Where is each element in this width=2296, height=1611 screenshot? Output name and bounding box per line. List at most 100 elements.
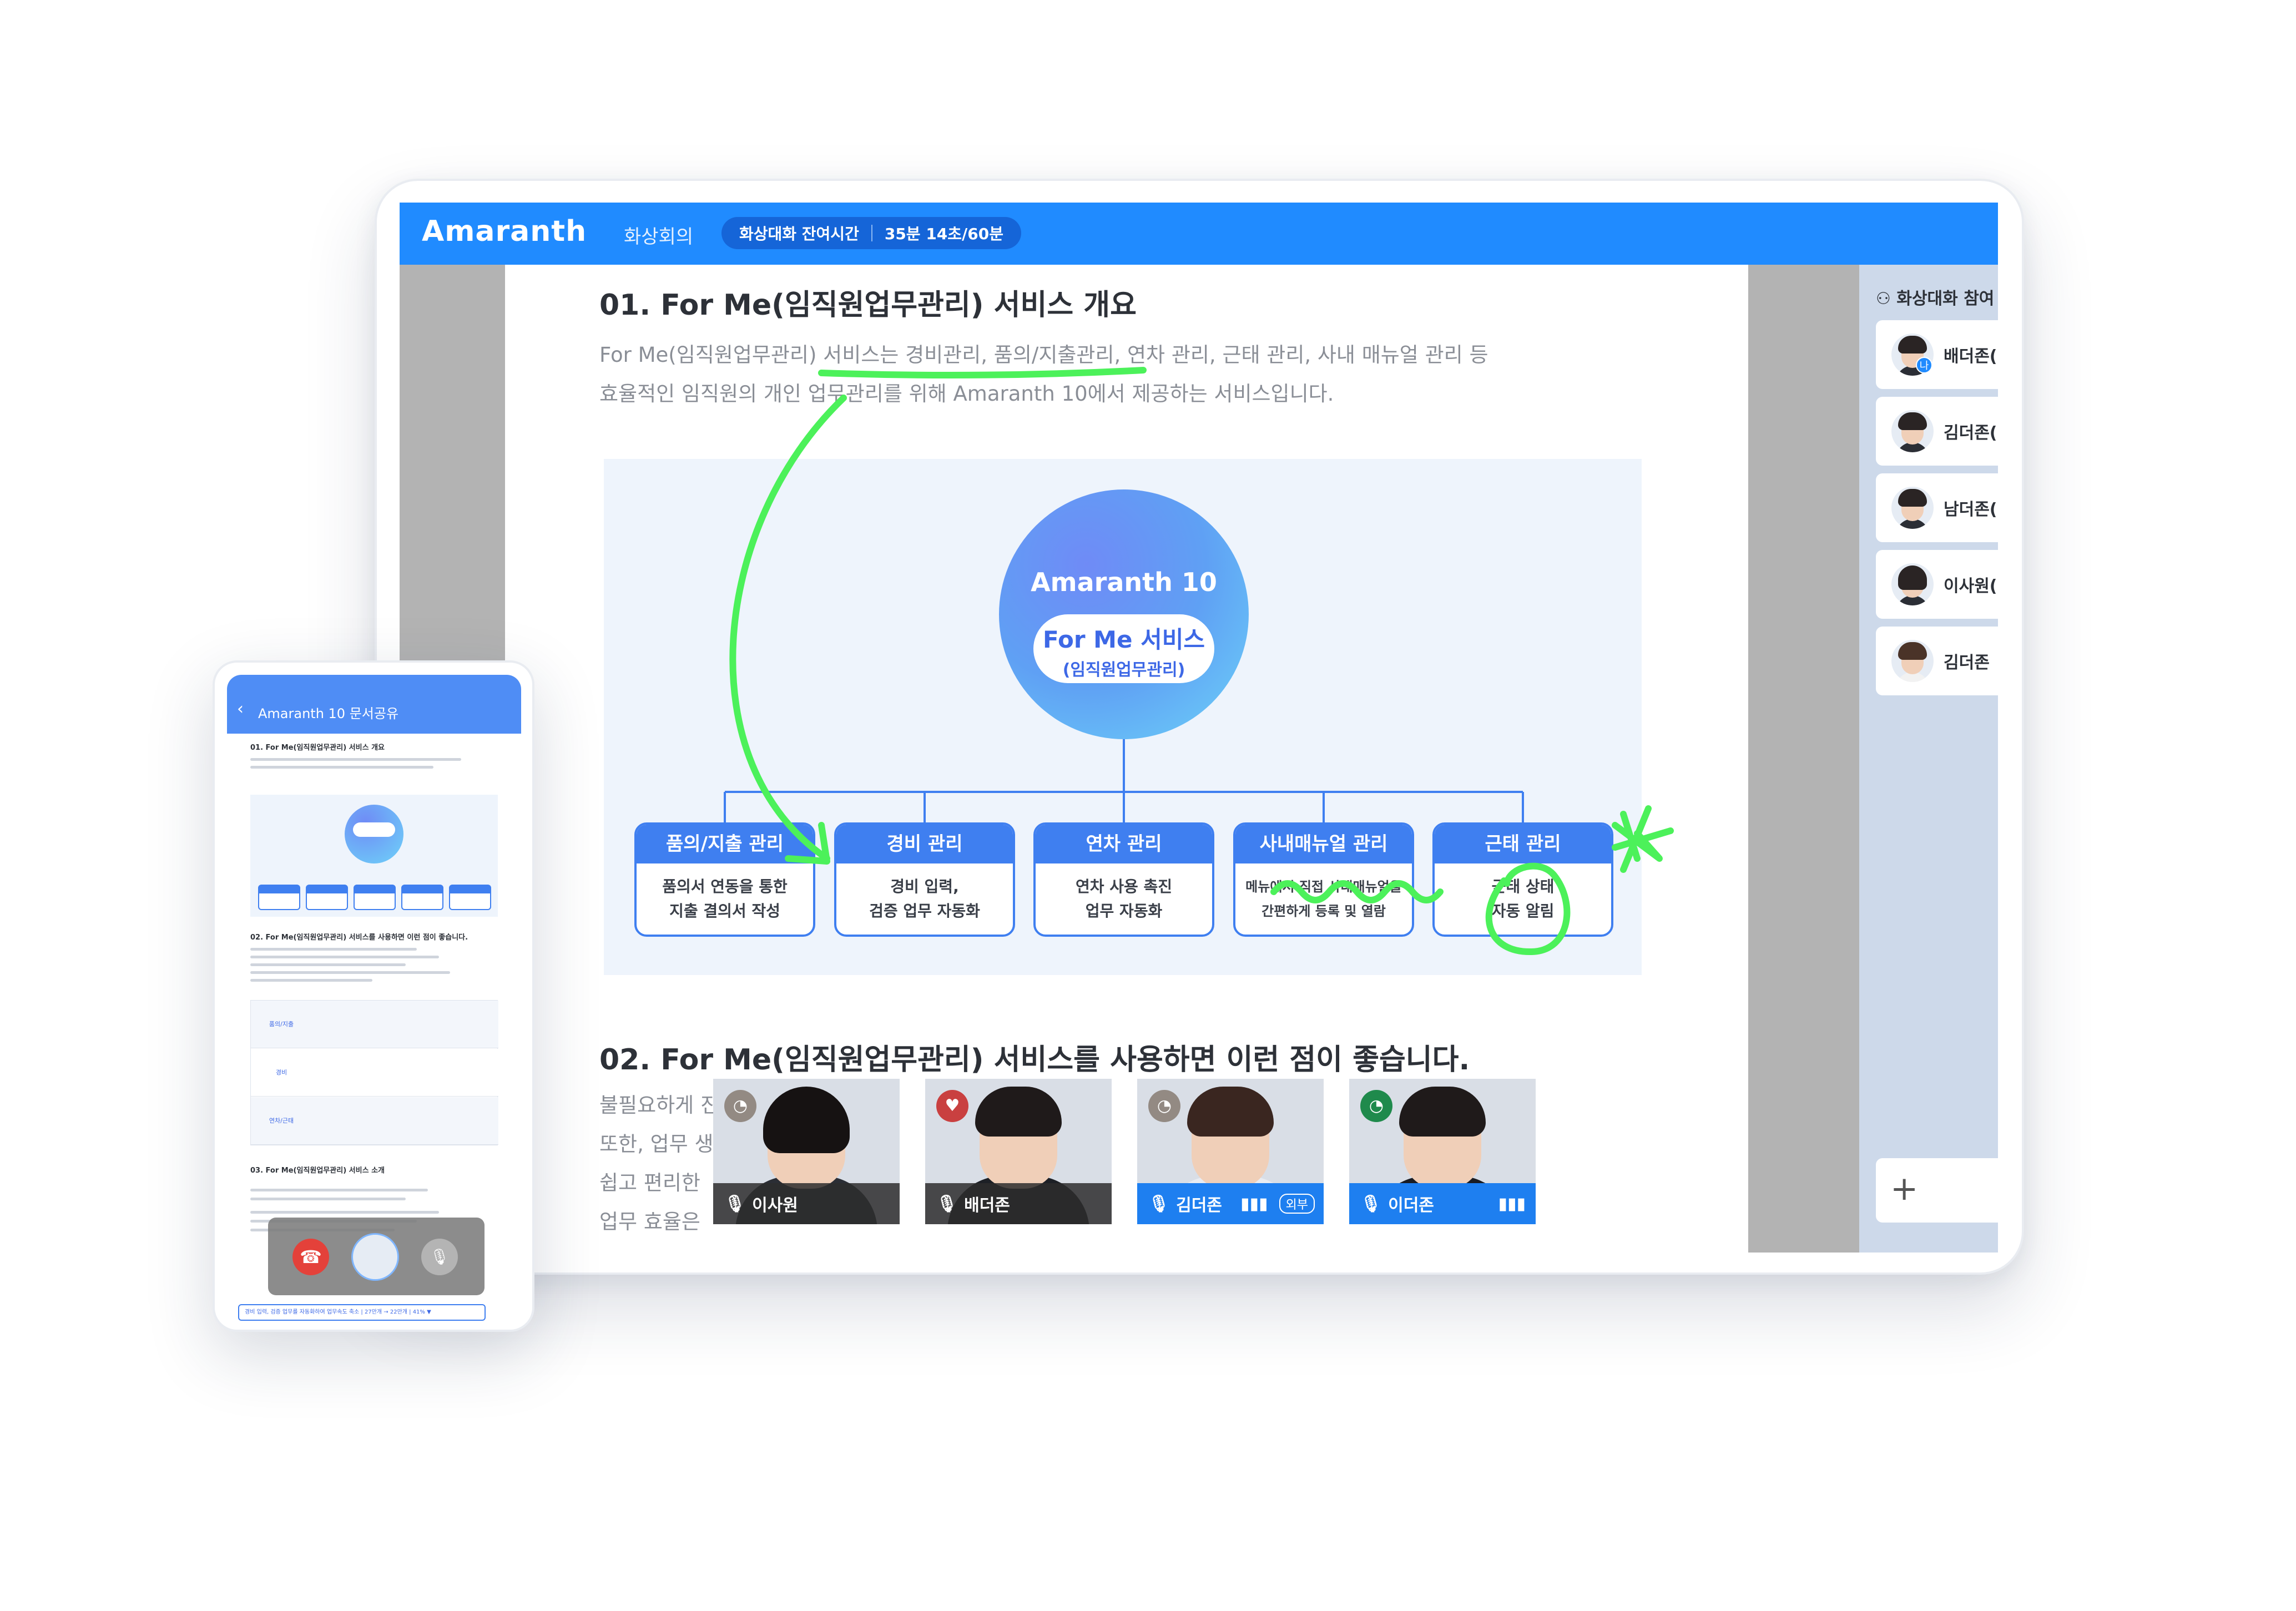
phone-heading-3: 03. For Me(임직원업무관리) 서비스 소개 (250, 1166, 385, 1175)
back-chevron-icon[interactable]: ‹ (237, 699, 244, 719)
circle-pill-sub: (임직원업무관리) (1062, 660, 1185, 680)
participant-name: 남더존( (1944, 500, 1997, 519)
call-avatar (351, 1233, 399, 1281)
box-title: 근태 관리 (1435, 825, 1611, 863)
amaranth-service-circle: Amaranth 10 For Me 서비스 (임직원업무관리) (999, 489, 1249, 739)
box-line-2: 자동 알림 (1491, 902, 1555, 920)
participant-name: 김더존 (1944, 653, 1990, 673)
mic-icon: 🎙 (1360, 1194, 1382, 1214)
table-row-label: 경비 (275, 1069, 287, 1076)
paragraph-1-line-2: 효율적인 임직원의 개인 업무관리를 위해 Amaranth 10에서 제공하는… (599, 382, 1334, 406)
brand-logo: Amaranth (422, 215, 587, 248)
text-line (250, 971, 450, 974)
participant-name: 배더존( (1944, 347, 1997, 366)
participants-title: ⚇ 화상대화 참여 (1876, 285, 1994, 309)
me-badge: 나 (1916, 357, 1932, 373)
participant-name: 김더존( (1944, 423, 1997, 443)
participant-item[interactable]: 남더존( (1876, 473, 1998, 542)
text-line (250, 1189, 428, 1191)
video-tile-kimdzone[interactable]: ◔ 🎙 김더존 ▮▮▮ 외부 (1137, 1079, 1324, 1224)
phone-title: Amaranth 10 문서공유 (258, 706, 399, 721)
paragraph-1-line-1: For Me(임직원업무관리) 서비스는 경비관리, 품의/지출관리, 연차 관… (599, 343, 1488, 367)
participant-item[interactable]: 나 배더존( (1876, 320, 1998, 389)
participant-hair (975, 1087, 1062, 1137)
diagram-box-approval: 품의/지출 관리 품의서 연동을 통한 지출 결의서 작성 (634, 822, 815, 937)
box-line-2: 업무 자동화 (1085, 902, 1163, 920)
phone-diagram-pill (353, 822, 395, 837)
text-line (250, 963, 406, 966)
text-line (250, 979, 372, 982)
shared-content-area: 01. For Me(임직원업무관리) 서비스 개요 For Me(임직원업무관… (400, 265, 1998, 1253)
box-line-1: 메뉴에서 직접 사내매뉴얼을 (1245, 879, 1402, 895)
add-participant-button[interactable]: + (1876, 1158, 1998, 1223)
video-tile-baedzone[interactable]: ♥ 🎙 배더존 (925, 1079, 1112, 1224)
box-description: 경비 입력, 검증 업무 자동화 (836, 863, 1013, 923)
video-tile-name: 배더존 (964, 1196, 1010, 1215)
box-title: 연차 관리 (1036, 825, 1212, 863)
table-row-label: 품의/지출 (269, 1021, 294, 1028)
circle-title: Amaranth 10 (1031, 567, 1217, 597)
shared-document[interactable]: 01. For Me(임직원업무관리) 서비스 개요 For Me(임직원업무관… (505, 265, 1748, 1253)
phone-frame: ‹ Amaranth 10 문서공유 01. For Me(임직원업무관리) 서… (213, 660, 534, 1332)
text-line (250, 1211, 439, 1214)
phone-diagram-box (449, 885, 491, 910)
participant-hair (1399, 1087, 1486, 1137)
diagram-box-manual: 사내매뉴얼 관리 메뉴에서 직접 사내매뉴얼을 간편하게 등록 및 열람 (1233, 822, 1414, 937)
mic-muted-icon: 🎙 (936, 1194, 958, 1214)
phone-diagram-box (306, 885, 348, 910)
person-icon: ⚇ (1876, 289, 1891, 309)
table-row: 품의/지출 (251, 1001, 498, 1048)
table-row: 연차/근태 (251, 1097, 498, 1145)
right-margin (1748, 265, 1859, 1253)
timer-divider (871, 225, 872, 241)
participant-item[interactable]: 김더존 (1876, 627, 1998, 695)
box-line-1: 품의서 연동을 통한 (662, 877, 788, 896)
phone-diagram-box (354, 885, 396, 910)
box-line-1: 경비 입력, (890, 877, 959, 896)
avatar (1891, 410, 1934, 452)
service-diagram: Amaranth 10 For Me 서비스 (임직원업무관리) 품의/지출 관… (604, 459, 1642, 975)
external-badge: 외부 (1279, 1194, 1315, 1214)
diagram-box-attendance: 근태 관리 근태 상태 자동 알림 (1432, 822, 1613, 937)
participant-item[interactable]: 김더존( (1876, 397, 1998, 466)
phone-heading-1: 01. For Me(임직원업무관리) 서비스 개요 (250, 744, 385, 752)
phone-footer-note: 경비 입력, 검증 업무를 자동화하여 업무속도 축소 | 27만개 → 22만… (238, 1304, 486, 1321)
phone-benefit-table: 품의/지출 경비 연차/근태 (250, 1000, 498, 1145)
avatar (1891, 487, 1934, 529)
box-line-2: 검증 업무 자동화 (869, 902, 980, 920)
participant-item[interactable]: 이사원( (1876, 550, 1998, 619)
phone-diagram (250, 795, 498, 917)
phone-header: ‹ Amaranth 10 문서공유 (227, 675, 521, 734)
video-tile-name: 이사원 (752, 1196, 798, 1215)
video-tile-name: 김더존 (1176, 1196, 1222, 1215)
box-line-1: 근태 상태 (1491, 877, 1555, 896)
text-line (250, 766, 433, 769)
signal-heart-icon: ♥ (936, 1090, 968, 1122)
circle-pill-main: For Me 서비스 (1042, 626, 1205, 653)
box-description: 근태 상태 자동 알림 (1435, 863, 1611, 923)
participants-panel: ⚇ 화상대화 참여 나 배더존( 김더존( 남더존( 이사원(김더존 + (1859, 265, 1998, 1253)
phone-diagram-box (258, 885, 300, 910)
video-tile-nameplate: 🎙 김더존 ▮▮▮ 외부 (1137, 1183, 1324, 1224)
signal-wifi-icon: ◔ (1148, 1090, 1180, 1122)
video-conference-screen: Amaranth 화상회의 화상대화 잔여시간 35분 14초/60분 01. … (400, 203, 1998, 1253)
avatar (1891, 563, 1934, 605)
participant-hair (763, 1087, 850, 1153)
document-heading-1: 01. For Me(임직원업무관리) 서비스 개요 (599, 289, 1137, 322)
video-tile-nameplate: 🎙 이사원 (713, 1183, 900, 1224)
end-call-icon[interactable]: ☎ (292, 1239, 329, 1275)
remaining-time-badge: 화상대화 잔여시간 35분 14초/60분 (721, 217, 1021, 249)
avatar (1891, 640, 1934, 682)
box-title: 경비 관리 (836, 825, 1013, 863)
video-tile-leedzone[interactable]: ◔ 🎙 이더존 ▮▮▮ (1349, 1079, 1536, 1224)
participant-name: 이사원( (1944, 577, 1997, 596)
video-tile-leesawon[interactable]: ◔ 🎙 이사원 (713, 1079, 900, 1224)
document-paragraph-1: For Me(임직원업무관리) 서비스는 경비관리, 품의/지출관리, 연차 관… (599, 336, 1654, 413)
timer-label: 화상대화 잔여시간 (739, 225, 859, 243)
video-tile-name: 이더존 (1388, 1196, 1434, 1215)
circle-pill: For Me 서비스 (임직원업무관리) (1033, 614, 1214, 683)
text-line (250, 948, 417, 951)
microphone-icon[interactable]: 🎙 (421, 1239, 458, 1275)
mic-icon: 🎙 (1148, 1194, 1170, 1214)
menu-title[interactable]: 화상회의 (624, 221, 693, 249)
